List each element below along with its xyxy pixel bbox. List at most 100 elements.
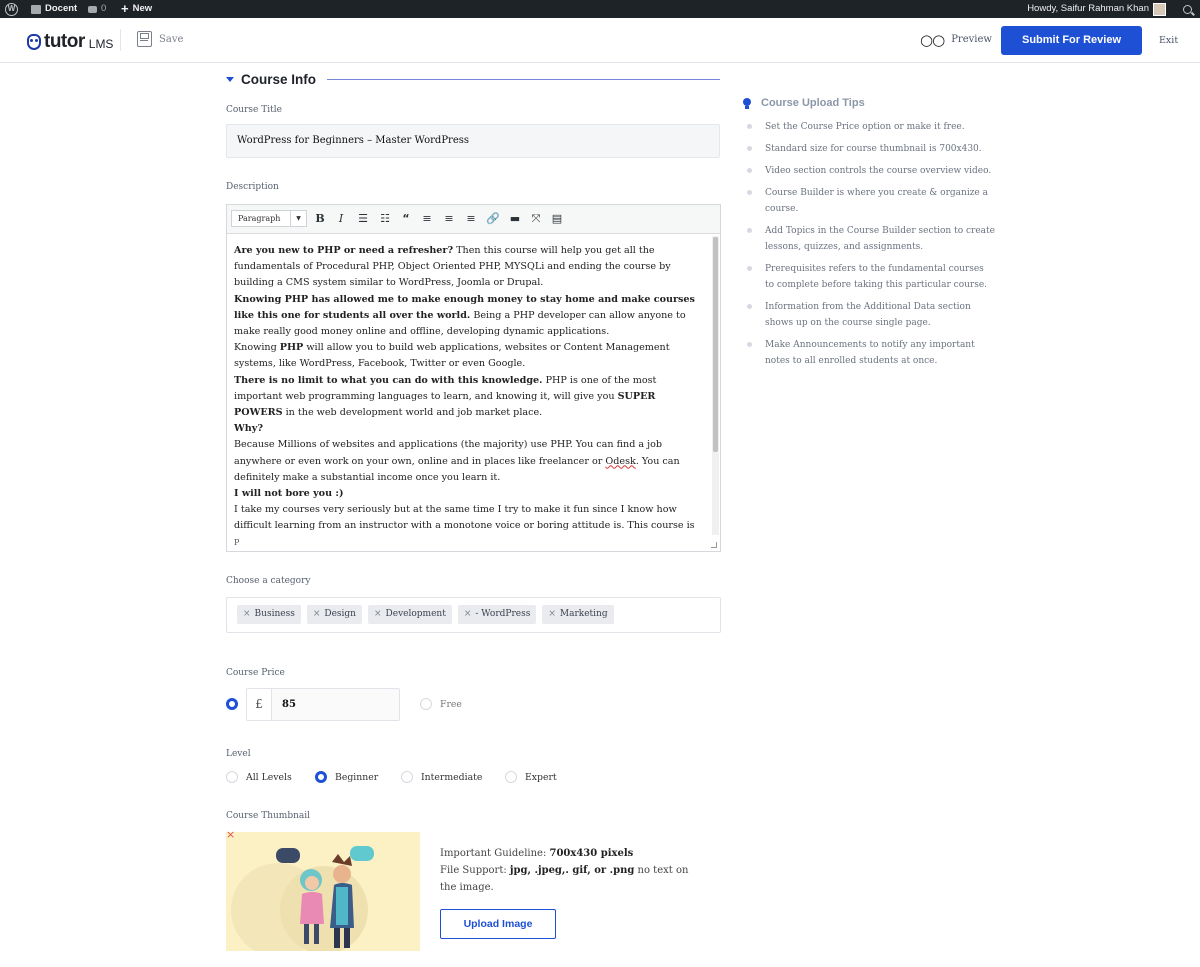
paragraph-bold: I will not bore you :) — [234, 488, 344, 500]
exit-link[interactable]: Exit — [1159, 35, 1178, 46]
level-label: Level — [226, 749, 251, 759]
level-expert-label: Expert — [525, 772, 557, 783]
align-right-icon[interactable]: ≡ — [463, 211, 479, 227]
read-more-icon[interactable]: ▬ — [507, 211, 523, 227]
editor-toolbar: Paragraph ▼ B I ☰ ☷ “ ≡ ≡ ≡ 🔗 ▬ ⤧ ▤ — [227, 205, 720, 234]
paragraph-text: Because Millions of websites and applica… — [234, 439, 663, 467]
header-divider — [120, 29, 121, 51]
tip-item: Information from the Additional Data sec… — [745, 299, 995, 331]
wordpress-logo-menu[interactable]: W — [5, 0, 18, 18]
price-input[interactable]: £ 85 — [246, 688, 400, 721]
remove-tag-icon[interactable]: × — [243, 605, 251, 624]
level-intermediate-radio[interactable] — [401, 771, 413, 783]
remove-tag-icon[interactable]: × — [374, 605, 382, 624]
course-price-label: Course Price — [226, 668, 285, 678]
category-tag[interactable]: × Design — [306, 605, 362, 624]
currency-symbol: £ — [247, 689, 272, 720]
level-beginner-radio[interactable] — [315, 771, 327, 783]
misspelled-word: Odesk — [605, 455, 636, 467]
category-tag[interactable]: × Development — [367, 605, 452, 624]
free-radio[interactable] — [420, 698, 432, 710]
site-name-link[interactable]: Docent — [31, 0, 77, 18]
guideline-value: 700x430 pixels — [549, 848, 634, 859]
admin-search-button[interactable] — [1183, 0, 1192, 18]
editor-content[interactable]: Are you new to PHP or need a refresher? … — [227, 234, 713, 535]
tip-item: Course Builder is where you create & org… — [745, 185, 995, 217]
category-tag-label: Design — [324, 609, 356, 619]
comment-icon — [88, 5, 97, 13]
paragraph-bold: There is no limit to what you can do wit… — [234, 374, 543, 386]
editor-scrollbar-thumb[interactable] — [713, 237, 718, 452]
wordpress-icon: W — [5, 2, 18, 16]
preview-button[interactable]: ○○ Preview — [920, 32, 992, 47]
save-button[interactable]: Save — [137, 31, 183, 47]
thumbnail-image — [226, 832, 420, 951]
level-all-levels-label: All Levels — [246, 772, 292, 783]
price-value: 85 — [282, 699, 296, 710]
align-left-icon[interactable]: ≡ — [419, 211, 435, 227]
italic-icon[interactable]: I — [333, 211, 349, 227]
remove-thumbnail-icon[interactable]: × — [226, 829, 235, 840]
comments-link[interactable]: 0 — [88, 0, 106, 18]
save-label: Save — [159, 33, 184, 45]
category-tag-label: Development — [385, 609, 446, 619]
remove-tag-icon[interactable]: × — [313, 605, 321, 624]
new-content-link[interactable]: + New — [121, 0, 152, 18]
guideline-prefix: Important Guideline: — [440, 848, 550, 859]
brand-name: tutor — [44, 31, 85, 52]
admin-bar: W Docent 0 + New Howdy, Saifur Rahman Kh… — [0, 0, 1200, 18]
user-account-menu[interactable]: Howdy, Saifur Rahman Khan — [1027, 0, 1166, 18]
tutor-owl-icon — [27, 34, 41, 50]
resize-handle-icon[interactable] — [711, 542, 717, 548]
remove-tag-icon[interactable]: × — [548, 605, 556, 624]
toolbar-toggle-icon[interactable]: ▤ — [549, 211, 565, 227]
blockquote-icon[interactable]: “ — [398, 211, 414, 227]
course-title-label: Course Title — [226, 105, 282, 115]
tip-item: Make Announcements to notify any importa… — [745, 337, 995, 369]
fullscreen-icon[interactable]: ⤧ — [528, 211, 544, 227]
numbered-list-icon[interactable]: ☷ — [377, 211, 393, 227]
level-all-levels-radio[interactable] — [226, 771, 238, 783]
course-title-input[interactable]: WordPress for Beginners – Master WordPre… — [226, 124, 720, 158]
level-beginner-label: Beginner — [335, 772, 379, 783]
tips-list: Set the Course Price option or make it f… — [745, 119, 995, 375]
tip-item: Set the Course Price option or make it f… — [745, 119, 995, 135]
paid-radio[interactable] — [226, 698, 238, 710]
tips-title: Course Upload Tips — [761, 97, 865, 109]
category-tag[interactable]: × Business — [237, 605, 301, 624]
bold-icon[interactable]: B — [312, 211, 328, 227]
plus-icon: + — [121, 1, 129, 16]
category-tag[interactable]: × Marketing — [542, 605, 614, 624]
upload-image-button[interactable]: Upload Image — [440, 909, 556, 939]
section-divider — [327, 79, 720, 80]
home-icon — [31, 4, 41, 14]
course-thumbnail-label: Course Thumbnail — [226, 811, 311, 821]
description-editor: Paragraph ▼ B I ☰ ☷ “ ≡ ≡ ≡ 🔗 ▬ ⤧ ▤ Are … — [226, 204, 721, 552]
category-tag-label: Marketing — [559, 609, 608, 619]
link-icon[interactable]: 🔗 — [485, 211, 501, 227]
user-avatar — [1153, 2, 1166, 16]
tip-item: Prerequisites refers to the fundamental … — [745, 261, 995, 293]
support-value: jpg, .jpeg,. gif, or .png — [509, 865, 635, 876]
category-select[interactable]: × Business × Design × Development × - WordPress… — [226, 597, 721, 633]
editor-status-path: P — [234, 538, 240, 547]
align-center-icon[interactable]: ≡ — [441, 211, 457, 227]
editor-paragraph: Because Millions of websites and applica… — [234, 437, 706, 486]
tutor-lms-logo[interactable]: tutor LMS — [27, 31, 113, 53]
editor-paragraph: There is no limit to what you can do wit… — [234, 373, 706, 422]
dropdown-arrow-icon: ▼ — [290, 211, 306, 226]
course-info-section-toggle[interactable]: Course Info — [226, 72, 720, 87]
bullet-list-icon[interactable]: ☰ — [355, 211, 371, 227]
format-select[interactable]: Paragraph ▼ — [231, 210, 307, 227]
editor-paragraph: Why? — [234, 421, 706, 437]
level-expert-radio[interactable] — [505, 771, 517, 783]
submit-for-review-button[interactable]: Submit For Review — [1001, 26, 1142, 55]
editor-paragraph: Knowing PHP will allow you to build web … — [234, 340, 706, 372]
paragraph-pre: Knowing — [234, 342, 280, 354]
floppy-disk-icon — [137, 31, 152, 47]
lightbulb-icon — [741, 96, 753, 110]
site-name: Docent — [45, 3, 78, 14]
remove-tag-icon[interactable]: × — [464, 605, 472, 624]
paragraph-text2: in the web development world and job mar… — [282, 407, 543, 419]
category-tag[interactable]: × - WordPress — [457, 605, 537, 624]
